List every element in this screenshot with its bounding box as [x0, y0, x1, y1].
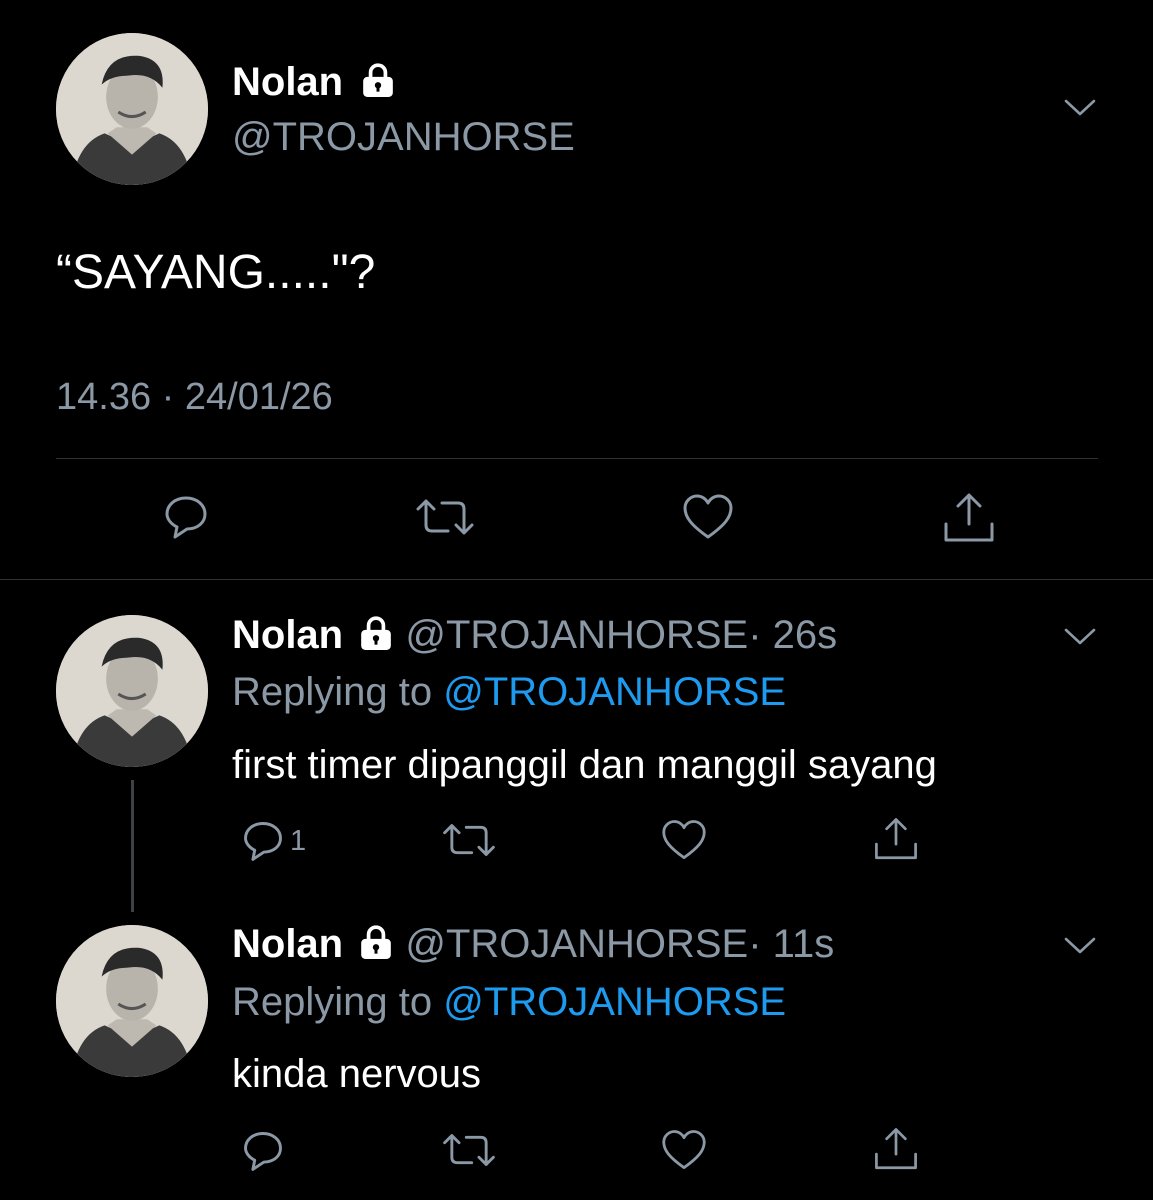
lock-icon: [358, 615, 394, 651]
author-name-row[interactable]: Nolan: [232, 60, 396, 105]
reply-button[interactable]: [240, 1128, 286, 1174]
retweet-icon: [443, 1134, 495, 1166]
author-handle[interactable]: @TROJANHORSE: [232, 115, 575, 160]
lock-icon: [358, 924, 394, 960]
retweet-icon: [443, 824, 495, 856]
share-icon: [944, 493, 994, 542]
retweet-icon: [416, 499, 474, 535]
reply-header[interactable]: Nolan @TROJANHORSE· 26s: [232, 613, 837, 658]
replying-handle-link[interactable]: @TROJANHORSE: [443, 980, 786, 1024]
share-button[interactable]: [942, 490, 996, 546]
reply-header[interactable]: Nolan @TROJANHORSE· 11s: [232, 922, 834, 967]
heart-icon: [662, 820, 706, 860]
avatar[interactable]: [56, 925, 208, 1077]
reply-time: · 11s: [748, 922, 835, 966]
avatar[interactable]: [56, 33, 208, 185]
retweet-button[interactable]: [441, 820, 497, 860]
chevron-down-icon[interactable]: [1060, 96, 1100, 120]
share-icon: [875, 1128, 917, 1170]
reply-text: first timer dipanggil dan manggil sayang: [232, 743, 937, 787]
author-name[interactable]: Nolan: [232, 922, 343, 966]
replying-handle-link[interactable]: @TROJANHORSE: [443, 670, 786, 714]
heart-icon: [683, 494, 733, 539]
replying-to: Replying to @TROJANHORSE: [232, 670, 786, 715]
chevron-down-icon[interactable]: [1060, 625, 1100, 649]
avatar[interactable]: [56, 615, 208, 767]
author-handle[interactable]: @TROJANHORSE: [405, 922, 748, 966]
reply-icon: [244, 822, 282, 861]
reply-button[interactable]: 1: [240, 818, 306, 864]
reply-text: kinda nervous: [232, 1052, 482, 1096]
retweet-button[interactable]: [441, 1130, 497, 1170]
reply-icon: [244, 1132, 282, 1171]
reply-button[interactable]: [161, 492, 211, 542]
share-button[interactable]: [873, 815, 919, 863]
lock-icon: [360, 62, 396, 98]
author-handle[interactable]: @TROJANHORSE: [405, 613, 748, 657]
heart-icon: [662, 1130, 706, 1170]
share-icon: [875, 818, 917, 860]
reply-count: 1: [290, 824, 307, 857]
tweet-text: “SAYANG....."?: [56, 246, 376, 299]
chevron-down-icon[interactable]: [1060, 934, 1100, 958]
author-name[interactable]: Nolan: [232, 613, 343, 657]
replying-to: Replying to @TROJANHORSE: [232, 980, 786, 1025]
reply-icon: [165, 496, 207, 539]
tweet-timestamp[interactable]: 14.36 · 24/01/26: [56, 376, 333, 419]
reply-time: · 26s: [748, 613, 838, 657]
author-name[interactable]: Nolan: [232, 60, 343, 104]
like-button[interactable]: [681, 492, 735, 542]
replying-label: Replying to: [232, 670, 433, 714]
divider: [0, 579, 1153, 580]
like-button[interactable]: [660, 1128, 708, 1172]
replying-label: Replying to: [232, 980, 433, 1024]
divider: [56, 458, 1098, 459]
retweet-button[interactable]: [414, 495, 476, 539]
thread-line: [131, 780, 134, 912]
share-button[interactable]: [873, 1125, 919, 1173]
like-button[interactable]: [660, 818, 708, 862]
